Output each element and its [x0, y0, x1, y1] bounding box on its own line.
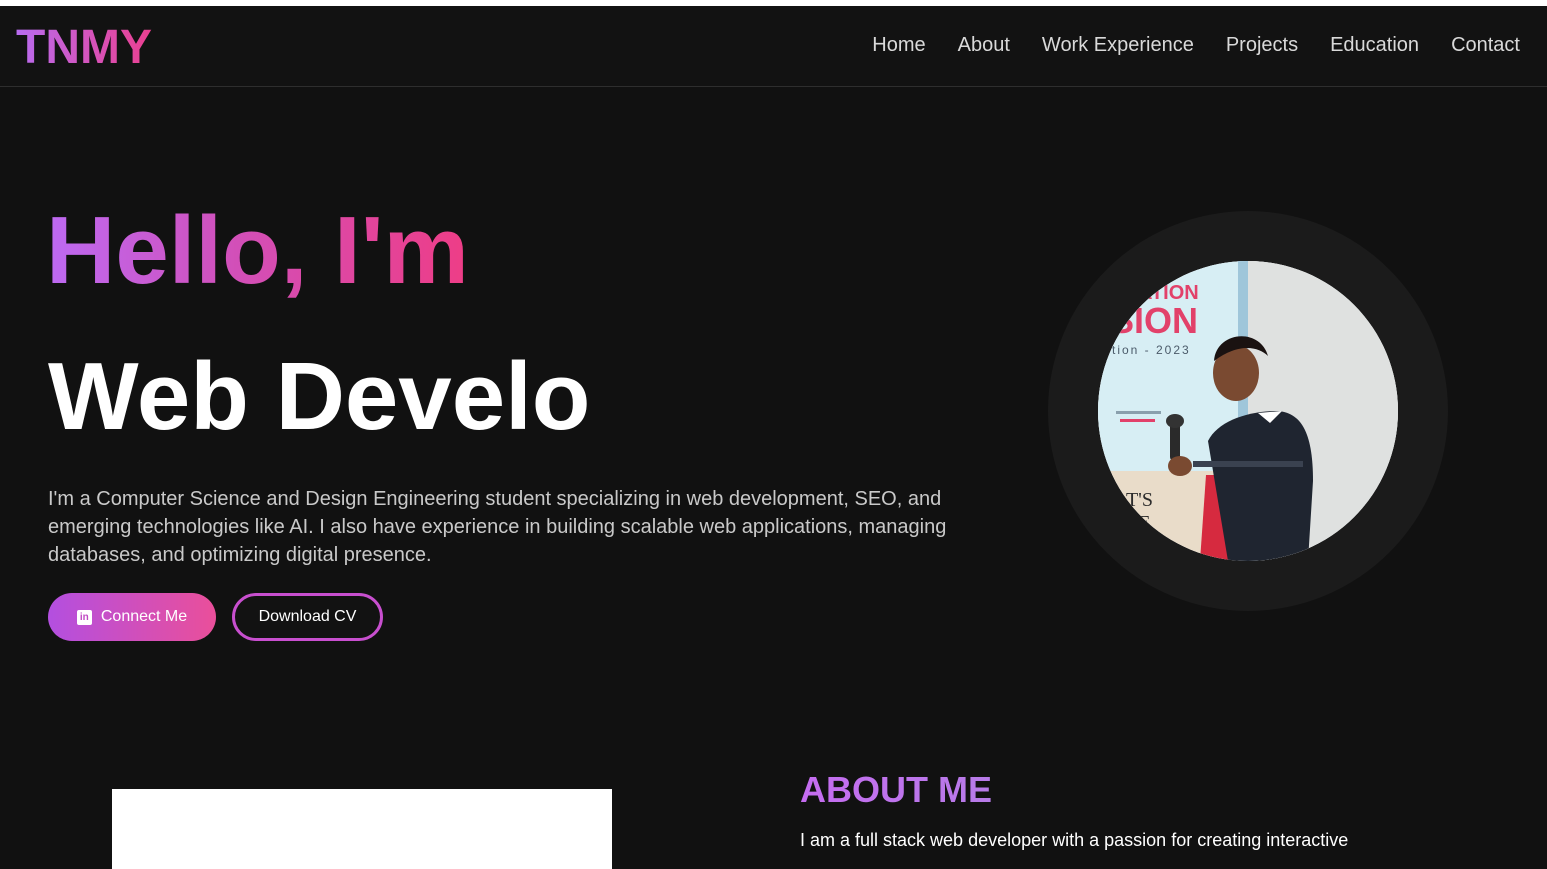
hero-role: Web Develo [48, 343, 591, 450]
nav-projects[interactable]: Projects [1226, 34, 1298, 57]
profile-photo-illustration: ATION SION tion - 2023 T'S TE [1098, 261, 1398, 561]
about-title: ABOUT ME [800, 769, 992, 810]
about-text: I am a full stack web developer with a p… [800, 830, 1349, 850]
connect-me-button[interactable]: in Connect Me [48, 593, 216, 641]
nav-education[interactable]: Education [1330, 34, 1419, 57]
logo[interactable]: TNMY [16, 20, 152, 75]
screen-text-3: tion - 2023 [1112, 343, 1191, 357]
nav-links: Home About Work Experience Projects Educ… [872, 34, 1520, 57]
hero-description: I'm a Computer Science and Design Engine… [48, 488, 947, 566]
nav-contact[interactable]: Contact [1451, 34, 1520, 57]
connect-me-label: Connect Me [100, 608, 188, 625]
hero-greeting: Hello, I'm [46, 196, 469, 306]
nav-about[interactable]: About [958, 34, 1010, 57]
download-cv-button[interactable]: Download CV [232, 593, 383, 641]
nav-work-experience[interactable]: Work Experience [1042, 34, 1194, 57]
navbar: TNMY Home About Work Experience Projects… [0, 6, 1547, 87]
linkedin-icon: in [76, 609, 92, 625]
about-image [112, 789, 612, 869]
nav-home[interactable]: Home [872, 34, 925, 57]
profile-photo: ATION SION tion - 2023 T'S TE [1098, 261, 1398, 561]
